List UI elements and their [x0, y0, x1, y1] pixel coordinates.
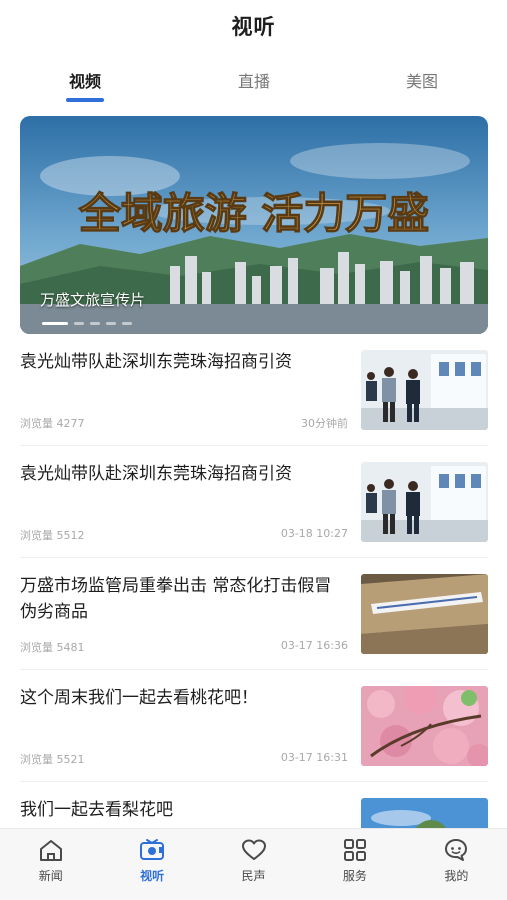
nav-mine[interactable]: 我的 [406, 829, 507, 900]
news-thumbnail [361, 686, 488, 766]
tab-video[interactable]: 视频 [40, 68, 130, 92]
page-title: 视听 [231, 15, 276, 39]
news-thumbnail [361, 350, 488, 430]
view-count: 浏览量 4277 [20, 417, 85, 430]
home-icon [39, 840, 62, 861]
banner-slogan: 全域旅游 活力万盛 [78, 189, 430, 238]
view-count: 浏览量 5512 [20, 529, 85, 542]
nav-label: 新闻 [38, 869, 63, 883]
content-tabs: 视频 直播 美图 [0, 62, 507, 106]
nav-media[interactable]: 视听 [101, 829, 202, 900]
list-item[interactable]: 这个周末我们一起去看桃花吧！ 浏览量 5521 03-17 16:31 [20, 670, 488, 782]
nav-label: 我的 [444, 869, 469, 883]
tab-active-indicator [66, 98, 104, 102]
grid-icon [343, 839, 366, 861]
nav-service[interactable]: 服务 [304, 829, 405, 900]
view-count: 浏览量 5521 [20, 753, 85, 766]
banner-caption: 万盛文旅宣传片 [40, 291, 146, 309]
nav-label: 服务 [342, 869, 367, 883]
news-thumbnail [361, 462, 488, 542]
publish-time: 03-17 16:31 [280, 751, 348, 764]
video-icon [140, 839, 165, 860]
bottom-nav: 新闻 视听 民声 服务 我的 [0, 828, 507, 900]
heart-icon [241, 839, 266, 860]
news-title: 这个周末我们一起去看桃花吧！ [20, 688, 258, 708]
news-title: 万盛市场监管局重拳出击 常态化打击假冒伪劣商品 [20, 576, 332, 622]
list-item[interactable]: 万盛市场监管局重拳出击 常态化打击假冒伪劣商品 浏览量 5481 03-17 1… [20, 558, 488, 670]
publish-time: 03-18 10:27 [280, 527, 348, 540]
publish-time: 30分钟前 [301, 417, 348, 430]
video-banner[interactable]: 全域旅游 活力万盛 万盛文旅宣传片 [20, 116, 488, 334]
tab-gallery[interactable]: 美图 [377, 68, 467, 92]
user-icon [445, 839, 468, 861]
top-bar: 视听 [0, 0, 507, 52]
news-list: 袁光灿带队赴深圳东莞珠海招商引资 浏览量 4277 30分钟前 袁光灿带队赴深圳… [20, 334, 488, 894]
news-title: 袁光灿带队赴深圳东莞珠海招商引资 [20, 464, 292, 484]
publish-time: 03-17 16:36 [280, 639, 348, 652]
view-count: 浏览量 5481 [20, 641, 85, 654]
list-item[interactable]: 袁光灿带队赴深圳东莞珠海招商引资 浏览量 4277 30分钟前 [20, 334, 488, 446]
news-thumbnail [361, 574, 488, 654]
nav-voice[interactable]: 民声 [203, 829, 304, 900]
nav-news[interactable]: 新闻 [0, 829, 101, 900]
nav-label: 视听 [140, 869, 165, 883]
carousel-indicator [42, 322, 132, 325]
list-item[interactable]: 袁光灿带队赴深圳东莞珠海招商引资 浏览量 5512 03-18 10:27 [20, 446, 488, 558]
news-title: 袁光灿带队赴深圳东莞珠海招商引资 [20, 352, 292, 372]
tab-live[interactable]: 直播 [209, 68, 299, 92]
nav-label: 民声 [241, 869, 266, 883]
news-title: 我们一起去看梨花吧 [20, 800, 173, 820]
